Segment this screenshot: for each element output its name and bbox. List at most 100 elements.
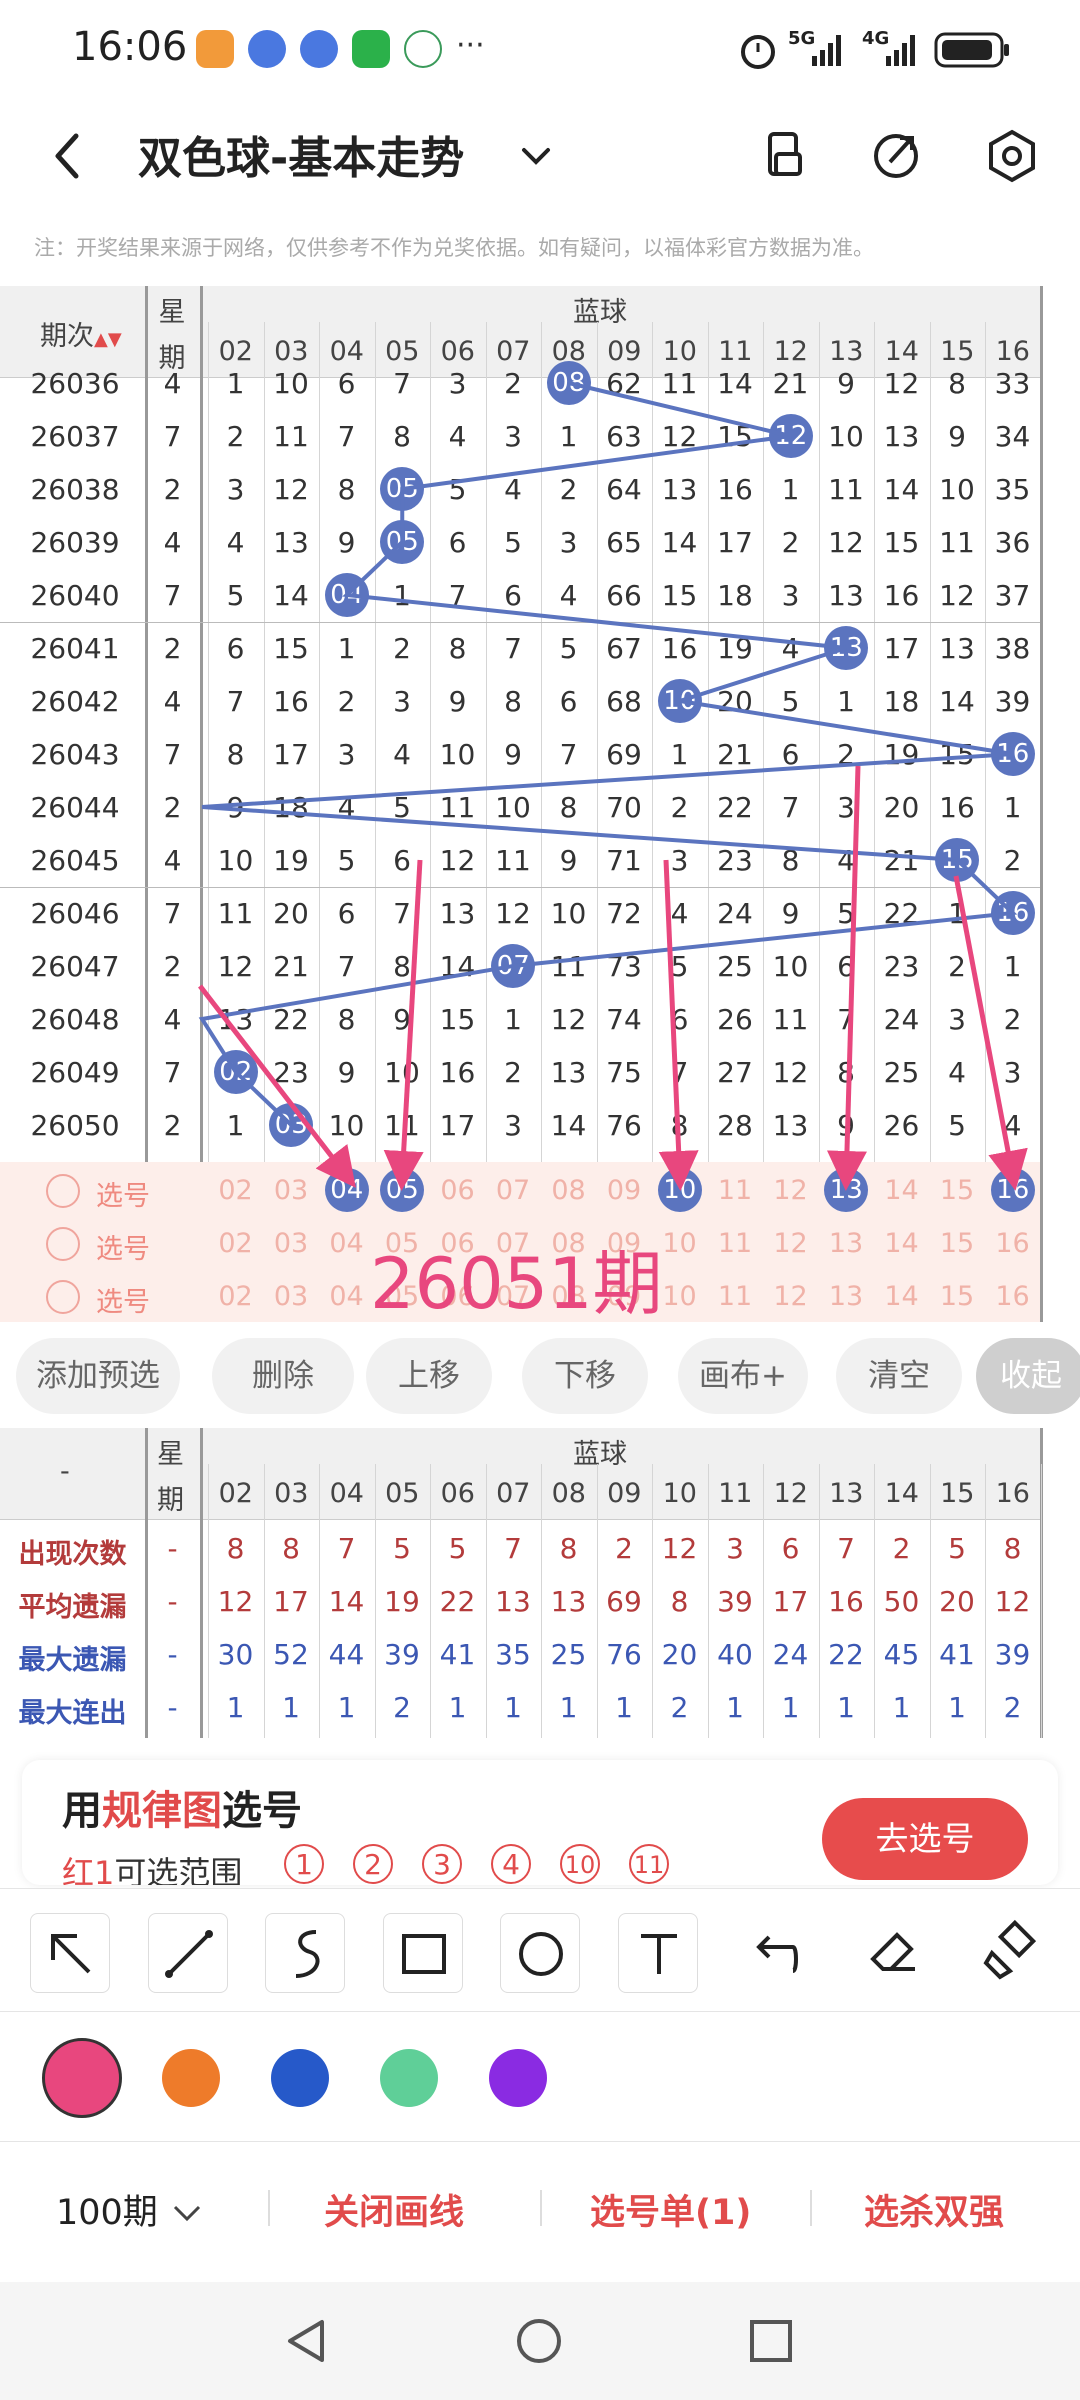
pick-number[interactable]: 03 [264,1270,319,1323]
stats-value: 5 [448,1532,467,1565]
color-swatch[interactable] [489,2049,547,2107]
miss-count-cell: 3 [837,791,855,824]
pick-number[interactable]: 04 [319,1217,374,1270]
stats-value: 7 [837,1532,855,1565]
stats-table: - 星期蓝球 02 03 04 05 06 07 08 09 10 11 12 13 14 15 16 出现次数 -… [0,1428,1080,1738]
miss-count-cell: 4 [559,579,578,612]
stats-row-label: 最大遗漏 [18,1645,127,1676]
pick-number[interactable]: 14 [874,1270,929,1323]
pick-number[interactable]: 12 [763,1164,818,1217]
pick-number[interactable]: 03 [264,1217,319,1270]
settings-icon[interactable] [982,126,1042,186]
miss-count-cell: 16 [939,791,975,824]
pick-number[interactable]: 15 [930,1270,985,1323]
pattern-pick-card: 用规律图选号 红1可选范围 1 2 3 4 10 11 去选号 [22,1760,1058,1885]
pick-list-button[interactable]: 选号单(1) [590,2184,751,2235]
color-swatch[interactable] [271,2049,329,2107]
range-ball: 2 [353,1844,393,1884]
chevron-down-icon[interactable] [169,2199,205,2229]
nav-recents-icon[interactable] [746,2316,796,2366]
selected-ball[interactable]: 16 [990,1168,1035,1212]
pick-number[interactable]: 12 [763,1270,818,1323]
go-pick-button[interactable]: 去选号 [822,1798,1028,1880]
pick-number[interactable]: 15 [930,1217,985,1270]
clear-brush-tool[interactable] [970,1913,1050,1993]
pick-number[interactable]: 12 [763,1217,818,1270]
chevron-down-icon[interactable] [506,126,566,186]
color-swatch[interactable] [380,2049,438,2107]
back-icon[interactable] [40,126,100,186]
pick-number[interactable]: 02 [208,1270,263,1323]
action-button[interactable]: 下移 [522,1338,648,1414]
pick-number[interactable]: 13 [819,1217,874,1270]
color-swatch[interactable] [42,2038,122,2118]
action-button[interactable]: 收起 [976,1338,1080,1414]
action-button[interactable]: 清空 [836,1338,962,1414]
miss-count-cell: 14 [273,579,309,612]
issue-header[interactable]: 期次▲▼ [40,314,122,353]
pick-row-radio[interactable] [46,1227,80,1261]
pick-number[interactable]: 11 [708,1270,763,1323]
kill-strong-button[interactable]: 选杀双强 [864,2184,1004,2235]
selected-ball[interactable]: 10 [657,1168,702,1212]
pick-row-radio[interactable] [46,1174,80,1208]
blue-col-header: 09 [607,1478,642,1509]
pick-number[interactable]: 09 [597,1164,652,1217]
weekday-cell: 7 [163,738,182,771]
pick-number[interactable]: 16 [985,1270,1040,1323]
pick-number[interactable]: 08 [541,1164,596,1217]
pick-number[interactable]: 11 [708,1217,763,1270]
action-button[interactable]: 删除 [212,1338,354,1414]
close-drawing-button[interactable]: 关闭画线 [324,2184,464,2235]
circle-tool[interactable] [500,1913,580,1993]
phone-layout-icon[interactable] [756,126,816,186]
stats-value: 14 [328,1585,365,1618]
miss-count-cell: 9 [393,1003,411,1036]
nav-home-icon[interactable] [514,2316,564,2366]
pick-number[interactable]: 04 [319,1270,374,1323]
sort-icon[interactable]: ▲▼ [94,329,122,350]
undo-tool[interactable] [735,1913,815,1993]
pick-row-radio[interactable] [46,1280,80,1314]
miss-count-cell: 5 [670,950,689,983]
miss-count-cell: 5 [393,791,411,824]
pick-number[interactable]: 02 [208,1217,263,1270]
share-icon[interactable] [866,126,926,186]
rectangle-tool[interactable] [382,1913,463,1993]
pick-number[interactable]: 07 [486,1164,541,1217]
action-button[interactable]: 添加预选 [16,1338,180,1414]
text-tool[interactable] [617,1913,698,1993]
miss-count-cell: 23 [717,844,753,877]
miss-count-cell: 21 [273,950,309,983]
nav-back-icon[interactable] [282,2316,332,2366]
miss-count-cell: 13 [883,420,920,453]
eraser-tool[interactable] [853,1913,933,1993]
miss-count-cell: 12 [661,420,698,453]
stats-value: 41 [439,1638,476,1671]
selected-ball[interactable]: 05 [380,1168,425,1212]
arrow-tool[interactable] [30,1913,110,1993]
selected-ball[interactable]: 13 [824,1168,869,1212]
action-button[interactable]: 上移 [366,1338,492,1414]
pick-number[interactable]: 02 [208,1164,263,1217]
action-button[interactable]: 画布+ [678,1338,808,1414]
pick-number[interactable]: 06 [430,1164,485,1217]
stats-value: 1 [948,1691,966,1724]
period-selector[interactable]: 100期 [56,2184,205,2235]
issue-number: 26036 [30,367,120,400]
pick-number[interactable]: 14 [874,1164,929,1217]
page-title[interactable]: 双色球-基本走势 [138,122,464,186]
pick-number[interactable]: 14 [874,1217,929,1270]
pick-number[interactable]: 13 [819,1270,874,1323]
line-tool[interactable] [147,1913,228,1993]
freehand-tool[interactable] [265,1913,345,1993]
pick-number[interactable]: 03 [264,1164,319,1217]
miss-count-cell: 3 [781,579,800,612]
pick-number[interactable]: 16 [985,1217,1040,1270]
miss-count-cell: 14 [939,685,975,718]
pick-number[interactable]: 11 [708,1164,763,1217]
selected-ball[interactable]: 04 [324,1168,369,1212]
color-swatch[interactable] [162,2049,220,2107]
blue-col-header: 11 [718,1478,753,1509]
pick-number[interactable]: 15 [930,1164,985,1217]
